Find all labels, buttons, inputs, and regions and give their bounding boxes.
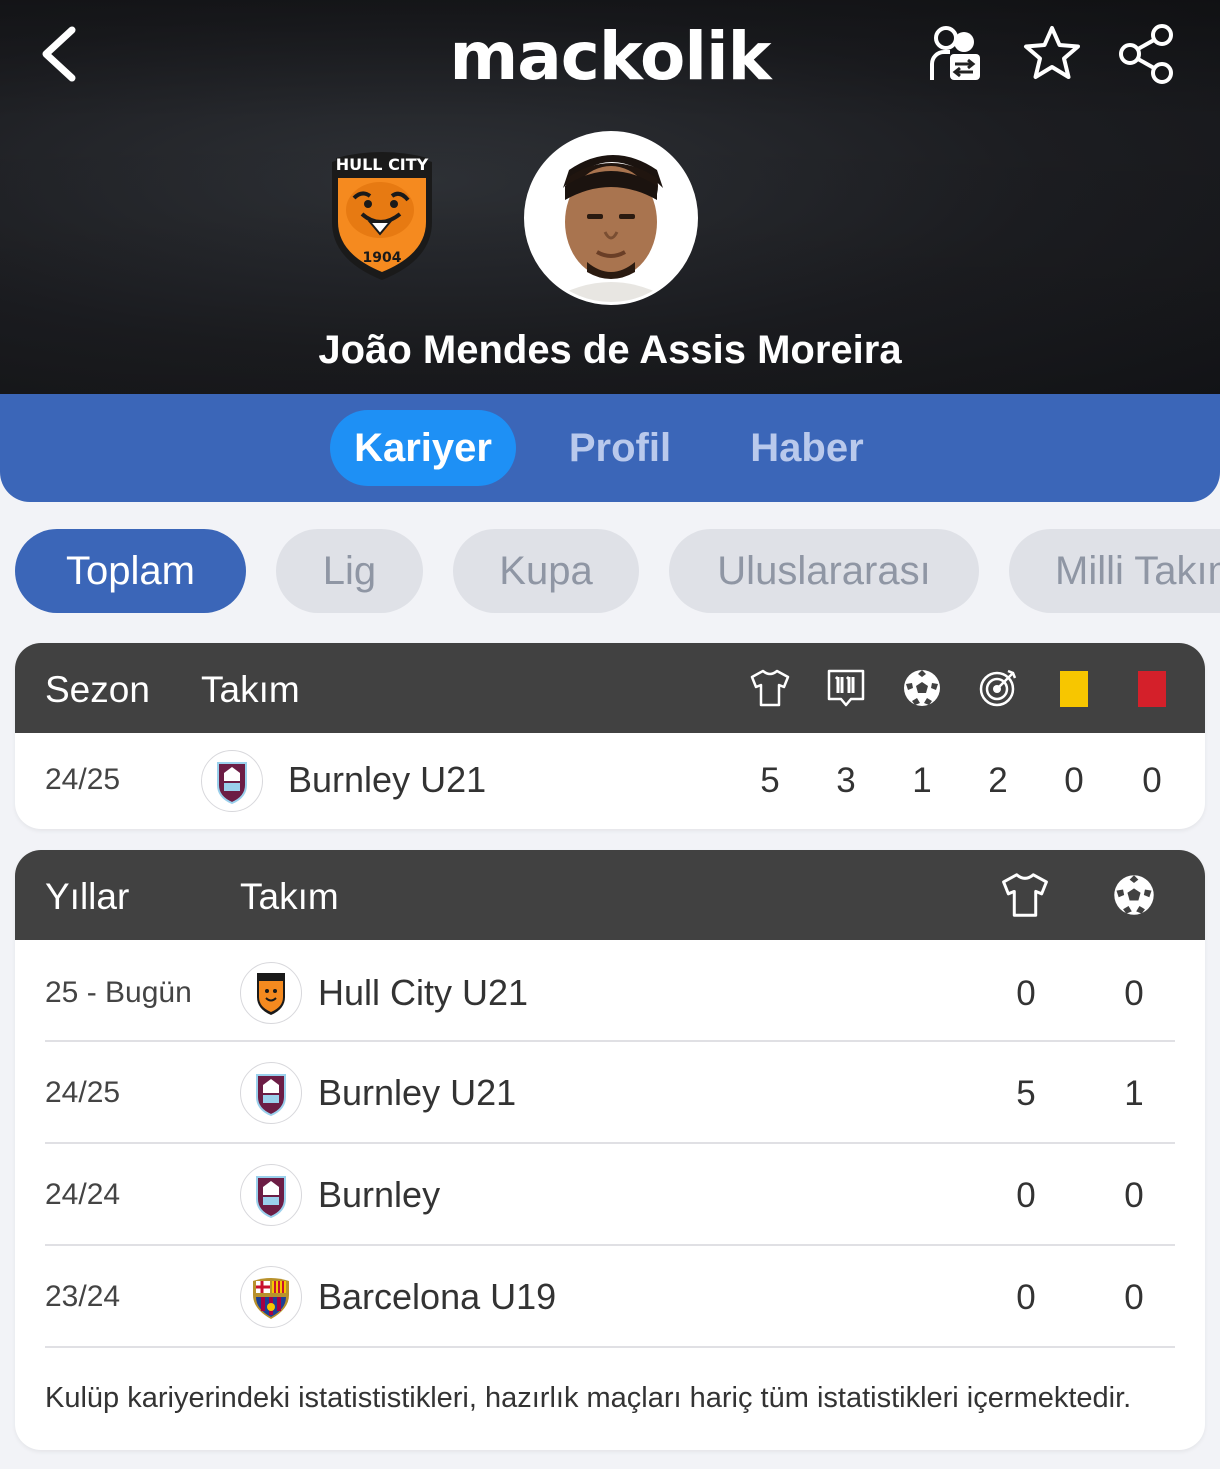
red-card-icon: [1138, 671, 1166, 707]
filter-milli-takim[interactable]: Milli Takım: [1009, 529, 1220, 613]
header-sezon: Sezon: [45, 669, 150, 710]
team-name[interactable]: Burnley: [318, 1174, 440, 1216]
header-yillar: Yıllar: [45, 876, 130, 917]
yellow-card-icon: [1060, 671, 1088, 707]
filter-uluslararasi[interactable]: Uluslararası: [669, 529, 979, 613]
filter-chip-bar: Toplam Lig Kupa Uluslararası Milli Takım: [0, 529, 1220, 613]
share-icon[interactable]: [1116, 22, 1180, 86]
filter-kupa[interactable]: Kupa: [453, 529, 639, 613]
target-icon: [979, 669, 1017, 707]
ball-icon: [1114, 875, 1154, 915]
stat-appearances: 0: [1016, 1176, 1036, 1215]
filter-lig[interactable]: Lig: [276, 529, 423, 613]
team-name[interactable]: Burnley U21: [318, 1072, 516, 1114]
team-name[interactable]: Burnley U21: [288, 759, 486, 801]
ball-icon: [904, 670, 940, 706]
stat-yellow-cards: 0: [1064, 761, 1084, 800]
lineup-eleven-icon: [827, 669, 865, 707]
burnley-crest-icon: [240, 1164, 302, 1226]
stat-appearances: 5: [760, 761, 780, 800]
season-stats-table: Sezon Takım 24/25 Burnley U21 5 3 1 2 0 …: [15, 643, 1205, 829]
years-label: 23/24: [45, 1280, 121, 1313]
hull-city-crest-icon[interactable]: HULL CITY 1904: [326, 148, 438, 284]
stat-goals: 0: [1124, 974, 1144, 1013]
stat-goals: 1: [1124, 1074, 1144, 1113]
main-tab-bar: Kariyer Profil Haber: [0, 394, 1220, 502]
tab-profil[interactable]: Profil: [548, 410, 692, 486]
stat-appearances: 0: [1016, 974, 1036, 1013]
stat-starts: 3: [836, 761, 856, 800]
player-portrait-icon: [527, 134, 695, 302]
player-photo: [524, 131, 698, 305]
stat-goals: 1: [912, 761, 932, 800]
header-takim: Takım: [240, 876, 339, 917]
player-compare-icon[interactable]: [924, 22, 988, 86]
career-table-header: Yıllar Takım: [15, 850, 1205, 940]
player-header: mackolik HULL CITY 1904 João Mendes de A…: [0, 0, 1220, 400]
svg-text:1904: 1904: [363, 250, 402, 266]
table-row[interactable]: 24/25 Burnley U21 5 1: [15, 1042, 1205, 1144]
shirt-icon: [1002, 873, 1048, 917]
stats-footnote: Kulüp kariyerindeki istatististikleri, h…: [45, 1382, 1132, 1414]
team-name[interactable]: Hull City U21: [318, 972, 528, 1014]
years-label: 24/24: [45, 1178, 121, 1211]
stat-assists: 2: [988, 761, 1008, 800]
player-name: João Mendes de Assis Moreira: [318, 328, 902, 372]
favorite-star-icon[interactable]: [1020, 22, 1084, 86]
tab-kariyer[interactable]: Kariyer: [330, 410, 516, 486]
header-takim: Takım: [201, 669, 300, 710]
stat-appearances: 5: [1016, 1074, 1036, 1113]
table-row[interactable]: 24/24 Burnley 0 0: [15, 1144, 1205, 1246]
stat-red-cards: 0: [1142, 761, 1162, 800]
burnley-crest-icon: [201, 750, 263, 812]
career-history-table: Yıllar Takım 25 - Bugün Hull City U21 0 …: [15, 850, 1205, 1450]
row-divider: [45, 1346, 1175, 1348]
tab-haber[interactable]: Haber: [726, 410, 888, 486]
table-row[interactable]: 24/25 Burnley U21 5 3 1 2 0 0: [15, 733, 1205, 829]
stat-goals: 0: [1124, 1278, 1144, 1317]
shirt-icon: [750, 669, 790, 707]
hull-city-crest-icon: [240, 962, 302, 1024]
burnley-crest-icon: [240, 1062, 302, 1124]
season-table-header: Sezon Takım: [15, 643, 1205, 733]
table-row[interactable]: 23/24 Barcelona U19 0 0: [15, 1246, 1205, 1348]
filter-toplam[interactable]: Toplam: [15, 529, 246, 613]
svg-text:HULL CITY: HULL CITY: [336, 155, 429, 174]
stat-goals: 0: [1124, 1176, 1144, 1215]
barcelona-crest-icon: [240, 1266, 302, 1328]
years-label: 25 - Bugün: [45, 976, 192, 1009]
team-name[interactable]: Barcelona U19: [318, 1276, 556, 1318]
season-label: 24/25: [45, 763, 121, 796]
stat-appearances: 0: [1016, 1278, 1036, 1317]
table-row[interactable]: 25 - Bugün Hull City U21 0 0: [15, 940, 1205, 1042]
years-label: 24/25: [45, 1076, 121, 1109]
